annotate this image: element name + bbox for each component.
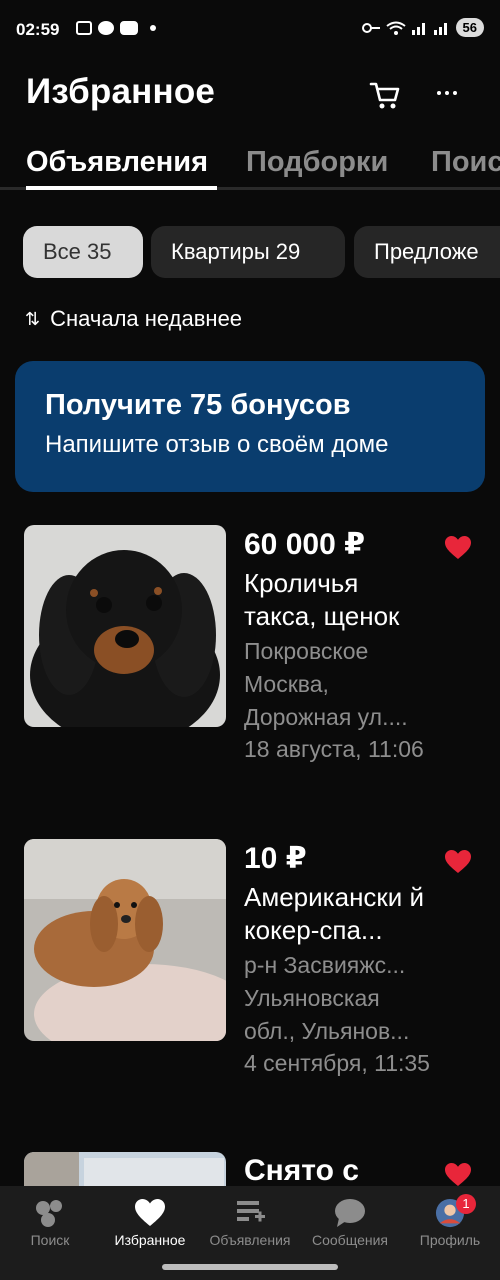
favorite-heart-icon[interactable] — [444, 1162, 472, 1186]
listing-photo[interactable] — [24, 525, 226, 727]
ads-icon — [237, 1201, 265, 1222]
wifi-icon — [385, 21, 406, 35]
nav-profile[interactable]: 1 Профиль — [400, 1186, 500, 1266]
nav-messages[interactable]: Сообщения — [300, 1186, 400, 1266]
nav-ads-label: Объявления — [209, 1232, 291, 1248]
status-bar: 02:59 56 — [0, 0, 500, 62]
chat-icon — [335, 1199, 365, 1227]
more-icon[interactable] — [432, 78, 462, 108]
nav-search-label: Поиск — [30, 1232, 70, 1248]
favorite-heart-icon[interactable] — [444, 535, 472, 561]
listing-title: Американски й кокер-спа... — [244, 882, 425, 945]
listing-price: 10 ₽ — [244, 842, 307, 875]
dot-icon — [150, 25, 156, 31]
youtube-icon — [120, 21, 138, 35]
screenshot-icon — [76, 21, 92, 35]
favorite-heart-icon[interactable] — [444, 849, 472, 875]
listing-item[interactable]: 60 000 ₽ Кроличья такса, щенок Покровско… — [0, 525, 500, 815]
page-title: Избранное — [26, 72, 216, 111]
tab-bar: Объявления Подборки Поис — [0, 138, 500, 193]
nav-profile-label: Профиль — [419, 1232, 481, 1248]
signal-icon — [411, 22, 425, 35]
tab-collections[interactable]: Подборки — [246, 146, 388, 179]
cart-icon[interactable] — [368, 78, 402, 112]
status-time: 02:59 — [16, 20, 60, 39]
sort-selector[interactable]: ⇅ Сначала недавнее — [25, 306, 242, 332]
listing-status: Снято с — [244, 1154, 359, 1186]
active-tab-indicator — [26, 186, 217, 190]
listing-location: р-н Засвияжс... Ульяновская обл., Ульяно… — [244, 952, 410, 1044]
notification-badge: 1 — [456, 1194, 476, 1214]
home-indicator — [162, 1264, 338, 1270]
listing-photo[interactable] — [24, 1152, 226, 1186]
key-icon — [361, 22, 380, 33]
status-notification-icons — [76, 21, 156, 35]
check-icon — [98, 21, 114, 35]
nav-search[interactable]: Поиск — [0, 1186, 100, 1266]
heart-icon — [135, 1199, 165, 1226]
nav-messages-label: Сообщения — [312, 1232, 388, 1248]
listing-price: 60 000 ₽ — [244, 528, 365, 561]
signal-icon-2 — [433, 22, 447, 35]
sort-icon: ⇅ — [25, 308, 41, 329]
listing-date: 4 сентября, 11:35 — [244, 1050, 430, 1076]
banner-title: Получите 75 бонусов — [45, 389, 351, 421]
chip-all[interactable]: Все 35 — [23, 226, 143, 278]
listing-location: Покровское Москва, Дорожная ул.... — [244, 638, 408, 730]
nav-favorites[interactable]: Избранное — [100, 1186, 200, 1266]
banner-subtitle: Напишите отзыв о своём доме — [45, 431, 389, 458]
search-icon — [36, 1200, 62, 1227]
battery-indicator: 56 — [455, 18, 484, 37]
listing-title: Кроличья такса, щенок — [244, 568, 400, 631]
tab-ads[interactable]: Объявления — [26, 146, 208, 179]
nav-ads[interactable]: Объявления — [200, 1186, 300, 1266]
chip-apartments[interactable]: Квартиры 29 — [151, 226, 345, 278]
status-system-icons: 56 — [361, 18, 484, 37]
listing-date: 18 августа, 11:06 — [244, 736, 424, 762]
nav-favorites-label: Избранное — [114, 1232, 186, 1248]
bonus-banner[interactable]: Получите 75 бонусов Напишите отзыв о сво… — [15, 361, 485, 492]
tab-searches[interactable]: Поис — [431, 146, 500, 179]
listing-photo[interactable] — [24, 839, 226, 1041]
listing-item[interactable]: Снято с — [0, 1152, 500, 1186]
filter-chips: Все 35 Квартиры 29 Предложе — [0, 226, 500, 280]
chip-offers[interactable]: Предложе — [354, 226, 500, 278]
listing-item[interactable]: 10 ₽ Американски й кокер-спа... р-н Засв… — [0, 839, 500, 1129]
sort-label: Сначала недавнее — [50, 306, 243, 331]
